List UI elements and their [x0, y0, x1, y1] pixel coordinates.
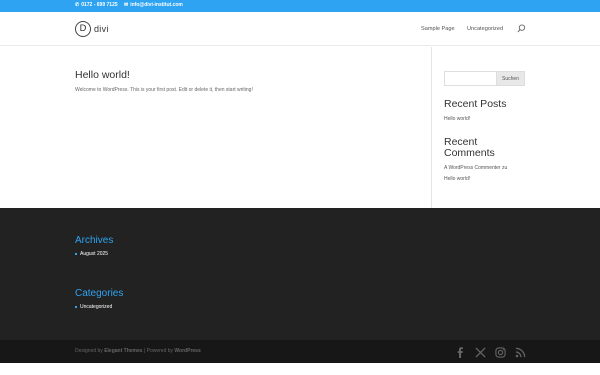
- instagram-icon[interactable]: [495, 345, 506, 358]
- email-address[interactable]: info@divi-institut.com: [130, 2, 183, 9]
- nav-item-uncategorized[interactable]: Uncategorized: [467, 26, 503, 32]
- category-item[interactable]: Uncategorized: [75, 304, 112, 310]
- recent-posts-title: Recent Posts: [444, 98, 507, 110]
- x-icon[interactable]: [475, 345, 486, 358]
- phone-number: 0172 - 699 7125: [81, 2, 118, 8]
- phone-info: ✆ 0172 - 699 7125: [75, 2, 118, 9]
- recent-comment-item: A WordPress Commenter zu: [444, 165, 507, 171]
- categories-title: Categories: [75, 288, 124, 299]
- comment-on-text: zu: [501, 165, 508, 171]
- elegant-themes-link[interactable]: Elegant Themes: [104, 348, 142, 354]
- envelope-icon: ✉: [124, 2, 129, 8]
- footer-credits: Designed by Elegant Themes | Powered by …: [75, 348, 201, 354]
- nav-item-sample-page[interactable]: Sample Page: [421, 26, 455, 32]
- archive-link[interactable]: August 2025: [80, 251, 108, 257]
- search-icon[interactable]: [517, 24, 526, 33]
- site-logo[interactable]: D divi: [75, 21, 109, 37]
- facebook-icon[interactable]: [455, 345, 466, 358]
- powered-by-text: | Powered by: [143, 348, 174, 354]
- footer-widgets: Archives August 2025 Categories Uncatego…: [0, 208, 600, 340]
- post-title[interactable]: Hello world!: [75, 69, 130, 81]
- logo-mark[interactable]: D: [75, 21, 91, 37]
- recent-post-link[interactable]: Hello world!: [444, 116, 470, 122]
- page-bottom-space: [0, 363, 600, 375]
- sidebar-divider: [431, 47, 432, 208]
- post-excerpt: Welcome to WordPress. This is your first…: [75, 87, 253, 93]
- comment-author-link[interactable]: A WordPress Commenter: [444, 165, 501, 171]
- archives-title: Archives: [75, 235, 114, 246]
- phone-icon: ✆: [75, 2, 80, 8]
- comment-post-link[interactable]: Hello world!: [444, 176, 470, 182]
- bullet-icon: [75, 253, 77, 255]
- recent-comments-title-line2: Comments: [444, 147, 495, 159]
- wordpress-link[interactable]: WordPress: [174, 348, 200, 354]
- search-input[interactable]: [444, 71, 497, 86]
- rss-icon[interactable]: [515, 345, 526, 358]
- category-link[interactable]: Uncategorized: [80, 304, 112, 310]
- top-bar: ✆ 0172 - 699 7125 ✉ info@divi-institut.c…: [0, 0, 600, 12]
- search-button[interactable]: Suchen: [496, 71, 525, 86]
- archive-item[interactable]: August 2025: [75, 251, 108, 257]
- designed-by-text: Designed by: [75, 348, 103, 354]
- logo-text[interactable]: divi: [94, 24, 109, 34]
- email-link[interactable]: ✉ info@divi-institut.com: [124, 2, 183, 9]
- site-header: D divi Sample Page Uncategorized: [0, 12, 600, 46]
- bottom-bar: Designed by Elegant Themes | Powered by …: [0, 340, 600, 363]
- bullet-icon: [75, 306, 77, 308]
